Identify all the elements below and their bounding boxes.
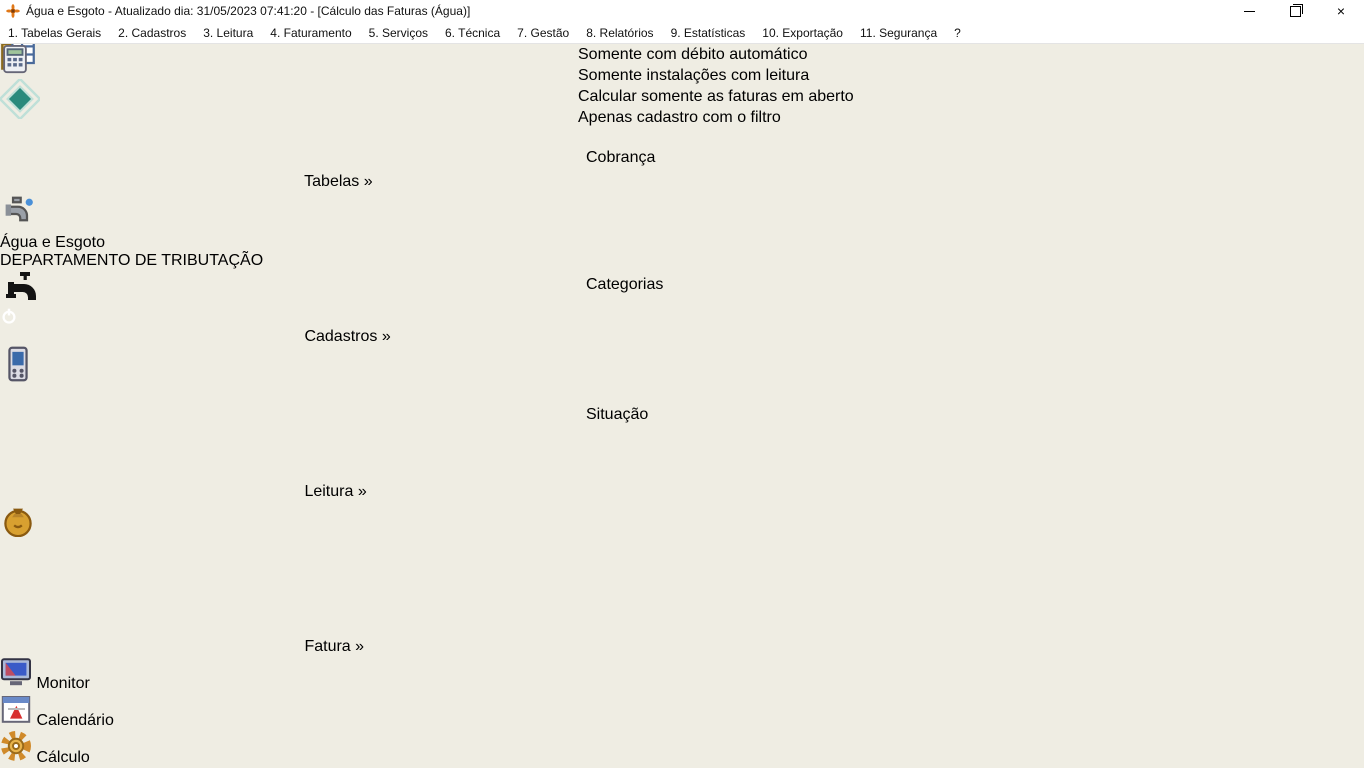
close-button[interactable]: ×: [1318, 0, 1364, 22]
filter-option[interactable]: Somente com débito automático: [578, 46, 854, 64]
menu-item[interactable]: 6. Técnica: [445, 26, 500, 40]
minimize-icon: [1244, 11, 1255, 12]
title-bar: Água e Esgoto - Atualizado dia: 31/05/20…: [0, 0, 1364, 22]
minimize-button[interactable]: [1226, 0, 1272, 22]
situacao-label: Situação: [586, 406, 648, 424]
handheld-icon: [0, 346, 300, 496]
close-icon: ×: [1337, 4, 1345, 18]
sidebar-item-calculo[interactable]: Cálculo: [0, 730, 1364, 767]
application-window: Água e Esgoto - Atualizado dia: 31/05/20…: [0, 0, 1364, 768]
header-title: Água e Esgoto: [0, 234, 1364, 252]
window-title: Água e Esgoto - Atualizado dia: 31/05/20…: [26, 4, 470, 18]
calendar-icon: [0, 693, 32, 725]
filter-option[interactable]: Calcular somente as faturas em aberto: [578, 88, 854, 106]
sidebar-group-fatura[interactable]: Fatura »: [0, 501, 1364, 656]
menu-item[interactable]: 4. Faturamento: [270, 26, 351, 40]
menu-item[interactable]: 2. Cadastros: [118, 26, 186, 40]
faucet-image: [0, 270, 1364, 307]
gear-icon: [0, 730, 32, 762]
menu-item[interactable]: 5. Serviços: [369, 26, 428, 40]
sidebar-item-monitor[interactable]: Monitor: [0, 656, 1364, 693]
menu-item[interactable]: 8. Relatórios: [586, 26, 653, 40]
chevron-up-icon[interactable]: »: [355, 638, 364, 655]
chevron-down-icon[interactable]: »: [382, 328, 391, 345]
restore-icon: [1290, 6, 1301, 17]
cobranca-label: Cobrança: [586, 149, 655, 167]
filter-option[interactable]: Apenas cadastro com o filtro: [578, 109, 854, 127]
chevron-down-icon[interactable]: »: [358, 483, 367, 500]
monitor-icon: [0, 656, 32, 688]
menu-item[interactable]: 7. Gestão: [517, 26, 569, 40]
restore-button[interactable]: [1272, 0, 1318, 22]
menu-item[interactable]: 10. Exportação: [762, 26, 843, 40]
menu-item[interactable]: 1. Tabelas Gerais: [8, 26, 101, 40]
money-bag-icon: [0, 501, 300, 651]
menu-item[interactable]: 9. Estatísticas: [671, 26, 746, 40]
menu-bar: 1. Tabelas Gerais 2. Cadastros 3. Leitura 4…: [0, 22, 1364, 44]
power-icon: [0, 307, 18, 325]
power-exit-button[interactable]: [0, 307, 1364, 330]
sidebar-item-calendario[interactable]: Calendário: [0, 693, 1364, 730]
menu-item[interactable]: ?: [954, 26, 961, 40]
app-flower-icon: [6, 4, 20, 18]
menu-item[interactable]: 11. Segurança: [860, 26, 937, 40]
sidebar-group-leitura[interactable]: Leitura »: [0, 346, 1364, 501]
menu-item[interactable]: 3. Leitura: [203, 26, 253, 40]
logo-diamond-icon: [0, 79, 300, 229]
header-subtitle: DEPARTAMENTO DE TRIBUTAÇÃO: [0, 252, 1364, 270]
categorias-label: Categorias: [586, 276, 663, 294]
filter-option[interactable]: Somente instalações com leitura: [578, 67, 854, 85]
